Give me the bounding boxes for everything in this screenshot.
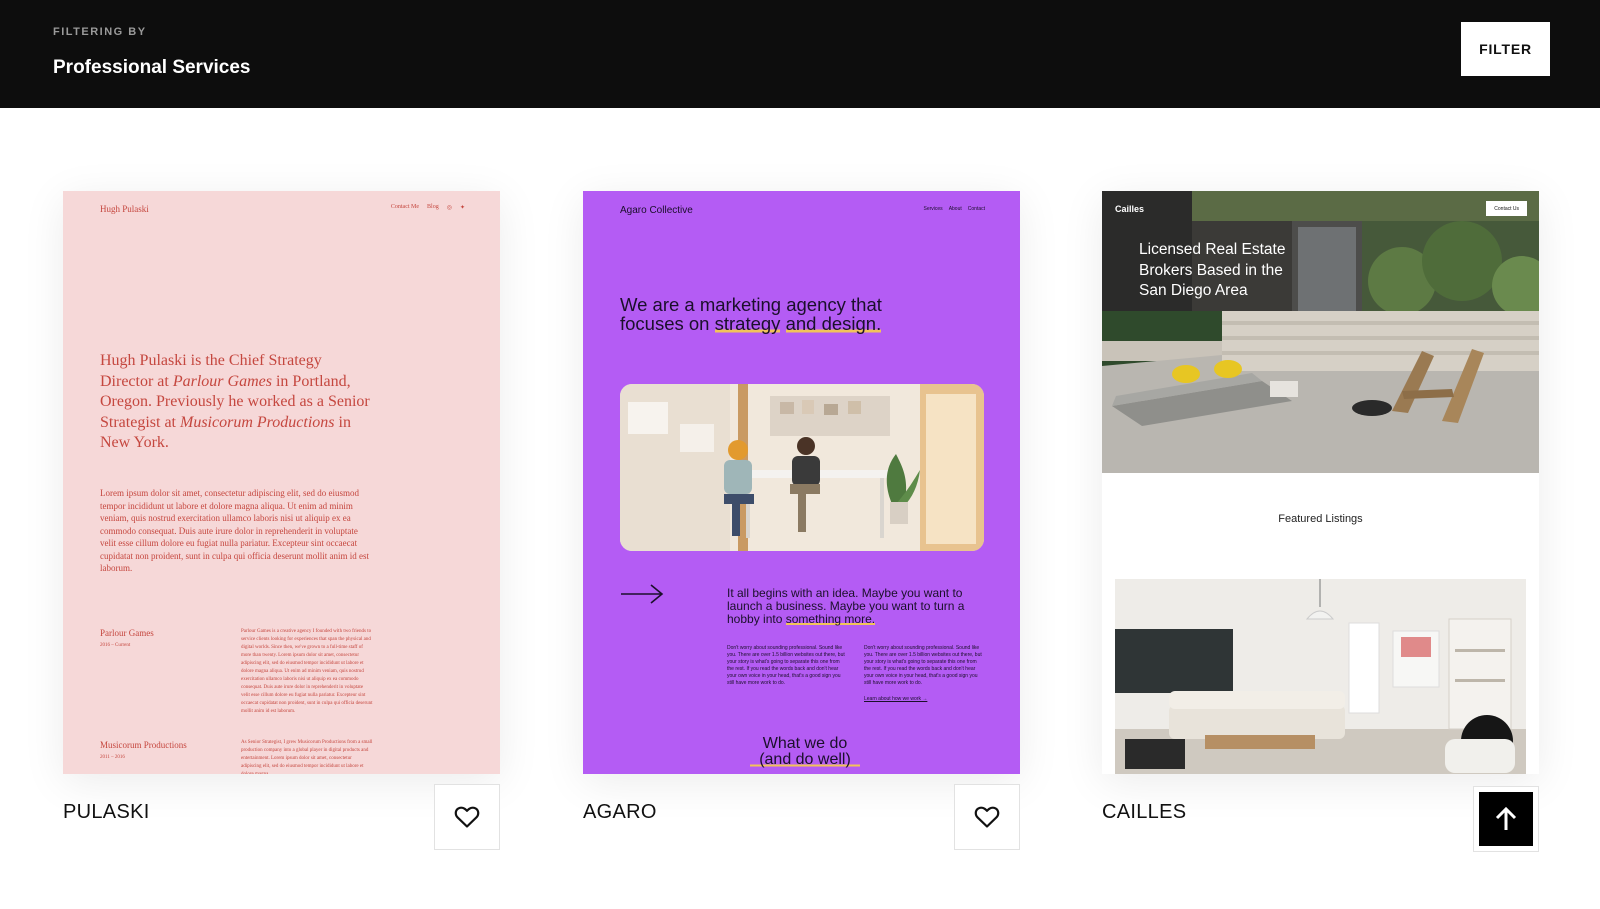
filter-value: Professional Services xyxy=(53,57,251,78)
preview-headline: Licensed Real Estate Brokers Based in th… xyxy=(1139,241,1286,299)
office-photo xyxy=(620,384,984,551)
preview-section-title: Musicorum Productions xyxy=(100,740,187,750)
preview-small-text: Don't worry about sounding professional.… xyxy=(864,645,982,686)
headline-highlight: and design. xyxy=(785,313,882,334)
preview-nav-item: Services xyxy=(923,206,943,212)
twitter-icon: ✦ xyxy=(459,205,465,211)
preview-section-body: As Senior Strategist, I grew Musicorum P… xyxy=(241,740,373,774)
living-room-photo xyxy=(1115,579,1526,774)
preview-headline: Hugh Pulaski is the Chief Strategy Direc… xyxy=(100,351,370,454)
preview-body: Lorem ipsum dolor sit amet, consectetur … xyxy=(100,488,370,573)
preview-brand: Cailles xyxy=(1115,204,1145,214)
headline-italic: Parlour Games xyxy=(172,372,272,390)
preview-nav-item: Blog xyxy=(427,204,439,210)
template-name[interactable]: AGARO xyxy=(583,801,657,824)
preview-section-title: Parlour Games xyxy=(100,628,154,638)
preview-small-text: Don't worry about sounding professional.… xyxy=(727,645,845,686)
headline-highlight: strategy xyxy=(714,313,781,334)
filter-eyebrow: FILTERING BY xyxy=(53,26,147,38)
arrow-right-icon xyxy=(621,584,664,604)
preview-link: Learn about how we work → xyxy=(864,696,928,702)
preview-nav: Contact Me Blog ◎ ✦ xyxy=(391,204,465,211)
scroll-to-top-inner xyxy=(1479,792,1533,846)
patio-photo: Cailles Contact Us Licensed Real Estate … xyxy=(1102,191,1539,473)
preview-section-dates: 2016 – Current xyxy=(100,643,131,648)
instagram-icon: ◎ xyxy=(446,205,452,211)
preview-section-body: Parlour Games is a creative agency I fou… xyxy=(241,629,373,714)
template-name[interactable]: PULASKI xyxy=(63,801,150,824)
filter-button[interactable]: FILTER xyxy=(1461,22,1550,76)
template-name[interactable]: CAILLES xyxy=(1102,801,1186,824)
preview-nav-item: Contact xyxy=(967,206,985,212)
preview-nav-item: About xyxy=(948,206,962,212)
scroll-to-top-button[interactable] xyxy=(1473,786,1539,852)
preview-section-heading: What we do (and do well) xyxy=(750,736,860,768)
filter-bar: FILTERING BY Professional Services FILTE… xyxy=(0,0,1600,108)
template-preview-pulaski[interactable]: Hugh Pulaski Contact Me Blog ◎ ✦ Hugh Pu… xyxy=(63,191,500,774)
preview-section-dates: 2011 – 2016 xyxy=(100,755,125,760)
heart-icon xyxy=(454,806,480,828)
arrow-up-icon xyxy=(1495,806,1517,830)
heart-icon xyxy=(974,806,1000,828)
paragraph-highlight: something more. xyxy=(785,612,876,626)
favorite-button[interactable] xyxy=(434,784,500,850)
section-heading-line: What we do xyxy=(762,735,848,752)
preview-brand: Agaro Collective xyxy=(620,205,693,216)
section-heading-line: (and do well) xyxy=(750,752,860,768)
headline-italic: Musicorum Productions xyxy=(179,413,335,431)
preview-headline: We are a marketing agency that focuses o… xyxy=(620,295,895,334)
preview-brand: Hugh Pulaski xyxy=(100,204,149,214)
preview-nav-item: Contact Me xyxy=(390,204,420,210)
preview-nav: Services About Contact xyxy=(924,206,986,212)
favorite-button[interactable] xyxy=(954,784,1020,850)
template-preview-agaro[interactable]: Agaro Collective Services About Contact … xyxy=(583,191,1020,774)
preview-section-heading: Featured Listings xyxy=(1278,513,1363,525)
preview-contact-button: Contact Us xyxy=(1486,201,1527,216)
template-preview-cailles[interactable]: Cailles Contact Us Licensed Real Estate … xyxy=(1102,191,1539,774)
preview-paragraph: It all begins with an idea. Maybe you wa… xyxy=(727,587,977,626)
